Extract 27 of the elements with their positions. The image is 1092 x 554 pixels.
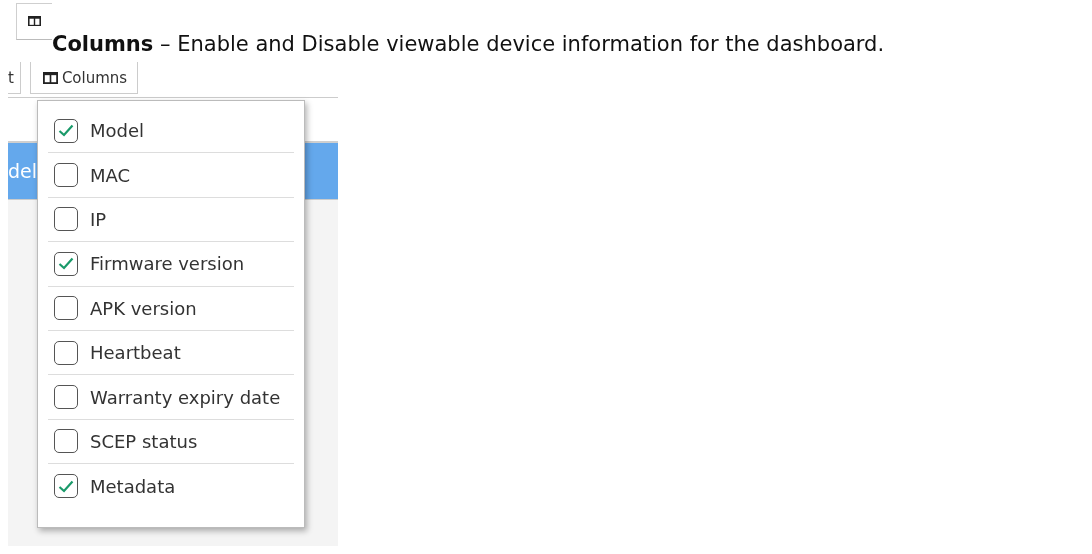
columns-icon (42, 71, 58, 84)
checkbox[interactable] (54, 163, 78, 188)
checkbox[interactable] (54, 118, 78, 143)
menu-item[interactable]: IP (48, 197, 294, 243)
menu-item[interactable]: Warranty expiry date (48, 375, 294, 420)
columns-button[interactable]: Columns (29, 62, 139, 94)
check-icon (58, 257, 74, 271)
checkbox[interactable] (54, 207, 78, 232)
column-header: del (8, 160, 38, 182)
toolbar-button[interactable]: t (8, 62, 21, 94)
menu-item[interactable]: Metadata (48, 464, 294, 509)
columns-icon (28, 16, 41, 27)
check-icon (58, 479, 74, 493)
description-text: Columns – Enable and Disable viewable device information for the dashboard. (52, 31, 886, 58)
checkbox[interactable] (54, 429, 78, 454)
menu-item[interactable]: Model (48, 109, 294, 154)
checkbox[interactable] (54, 474, 78, 499)
checkbox[interactable] (54, 296, 78, 321)
menu-item[interactable]: MAC (48, 153, 294, 198)
menu-item[interactable]: Firmware version (48, 242, 294, 287)
checkbox[interactable] (54, 251, 78, 276)
menu-item[interactable]: APK version (48, 286, 294, 331)
checkbox[interactable] (54, 340, 78, 365)
menu-item[interactable]: SCEP status (48, 419, 294, 465)
checkbox[interactable] (54, 385, 78, 410)
check-icon (58, 124, 74, 138)
menu-item[interactable]: Heartbeat (48, 330, 294, 376)
